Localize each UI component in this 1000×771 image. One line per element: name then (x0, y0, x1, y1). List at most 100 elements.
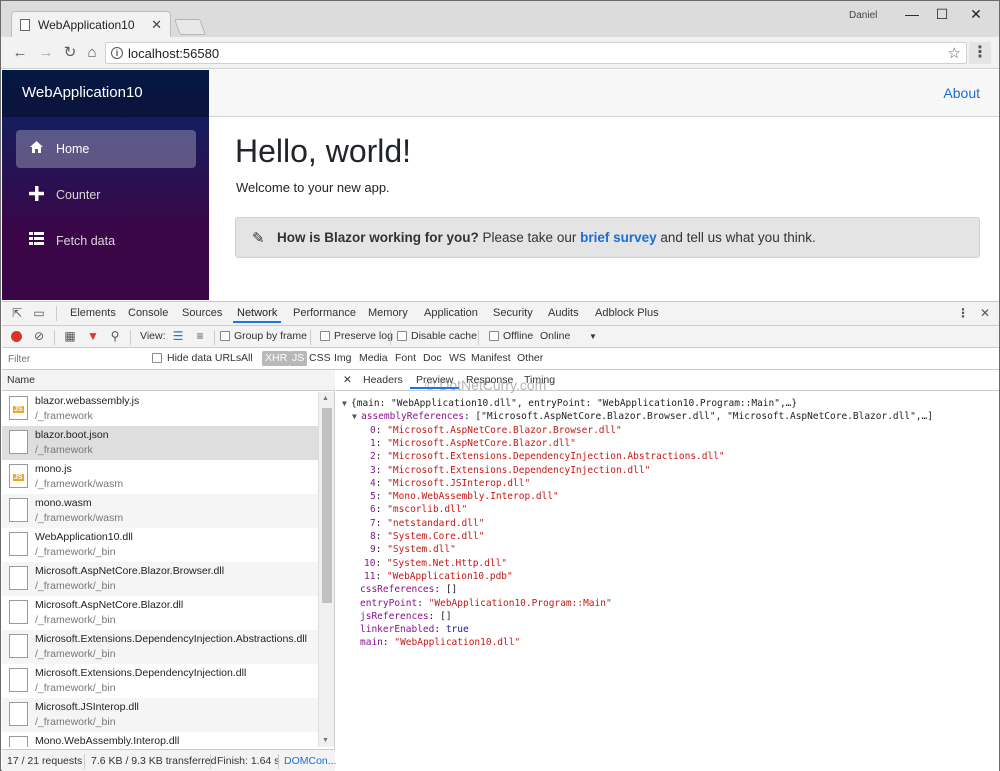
document-file-icon (9, 430, 28, 454)
survey-before: Please take our (478, 230, 581, 245)
app-brand[interactable]: WebApplication10 (2, 70, 209, 117)
tab-memory[interactable]: Memory (368, 307, 408, 319)
devtools-close-icon[interactable]: ✕ (978, 306, 992, 320)
group-by-frame-checkbox[interactable] (220, 331, 230, 341)
throttling-select[interactable]: Online (540, 330, 570, 342)
reload-icon[interactable]: ↻ (61, 44, 79, 62)
tab-headers[interactable]: Headers (363, 374, 403, 386)
json-property-line: linkerEnabled: true (360, 624, 469, 636)
forward-arrow-icon[interactable]: → (37, 44, 55, 62)
offline-checkbox[interactable] (489, 331, 499, 341)
request-row[interactable]: Mono.WebAssembly.Interop.dll (2, 732, 318, 747)
request-count: 17 / 21 requests (7, 755, 83, 767)
app-content: Hello, world! Welcome to your new app. ✎… (209, 117, 999, 300)
browser-tab[interactable]: WebApplication10 ✕ (11, 11, 171, 37)
record-icon[interactable] (11, 331, 22, 342)
request-row[interactable]: mono.js /_framework/wasm (2, 460, 318, 494)
info-icon[interactable]: i (111, 47, 123, 59)
clear-icon[interactable]: ⊘ (32, 329, 46, 343)
transferred-size: 7.6 KB / 9.3 KB transferred (91, 755, 217, 767)
scroll-up-icon[interactable]: ▲ (322, 395, 329, 402)
browser-menu-icon[interactable]: ⋮ (969, 42, 991, 64)
request-path: /_framework/_bin (35, 648, 116, 660)
tab-performance[interactable]: Performance (293, 307, 356, 319)
view-label: View: (140, 330, 166, 342)
address-bar[interactable]: i localhost:56580 ☆ (105, 42, 967, 64)
welcome-text: Welcome to your new app. (236, 180, 390, 195)
filter-xhr[interactable]: XHR (262, 351, 291, 366)
request-row[interactable]: Microsoft.Extensions.DependencyInjection… (2, 664, 318, 698)
tab-close-icon[interactable]: ✕ (151, 17, 162, 33)
name-column-header[interactable]: Name (2, 370, 335, 391)
filter-icon[interactable]: ▼ (86, 329, 100, 343)
tab-audits[interactable]: Audits (548, 307, 579, 319)
tab-network[interactable]: Network (232, 307, 282, 323)
network-toolbar: ⊘ ▦ ▼ ⚲ View: ☰ ≡ Group by frame Preserv… (2, 326, 999, 348)
request-row[interactable]: Microsoft.AspNetCore.Blazor.Browser.dll /… (2, 562, 318, 596)
nav-counter[interactable]: Counter (16, 176, 196, 214)
filter-js[interactable]: JS (289, 351, 308, 366)
waterfall-icon[interactable]: ≡ (193, 329, 207, 343)
request-row[interactable]: mono.wasm /_framework/wasm (2, 494, 318, 528)
search-icon[interactable]: ⚲ (108, 329, 122, 343)
blazor-app: WebApplication10 Home Counter Fetch data (2, 70, 999, 300)
filter-input[interactable] (6, 351, 142, 367)
filter-doc[interactable]: Doc (420, 351, 445, 366)
watermark: © DotNetCurry.com (425, 377, 547, 393)
group-by-frame-label: Group by frame (234, 330, 307, 342)
json-array-item: 9: "System.dll" (370, 544, 456, 556)
request-row[interactable]: WebApplication10.dll /_framework/_bin (2, 528, 318, 562)
back-arrow-icon[interactable]: ← (11, 44, 29, 62)
survey-question: How is Blazor working for you? (277, 230, 479, 245)
request-row[interactable]: blazor.boot.json /_framework (2, 426, 318, 460)
close-detail-icon[interactable]: ✕ (343, 374, 352, 386)
about-link[interactable]: About (943, 85, 980, 101)
minimize-icon[interactable]: — (897, 5, 927, 23)
filter-other[interactable]: Other (514, 351, 546, 366)
scroll-thumb[interactable] (322, 408, 332, 603)
filter-media[interactable]: Media (356, 351, 391, 366)
request-list-scrollbar[interactable]: ▲ ▼ (318, 392, 334, 747)
home-button-icon[interactable]: ⌂ (83, 44, 101, 62)
chevron-down-icon[interactable]: ▼ (589, 332, 597, 341)
request-row[interactable]: Microsoft.JSInterop.dll /_framework/_bin (2, 698, 318, 732)
capture-screenshots-icon[interactable]: ▦ (63, 329, 77, 343)
large-rows-icon[interactable]: ☰ (171, 329, 185, 343)
url-text: localhost:56580 (128, 46, 220, 61)
tab-adblock-plus[interactable]: Adblock Plus (595, 307, 659, 319)
filter-css[interactable]: CSS (306, 351, 334, 366)
request-row[interactable]: Microsoft.AspNetCore.Blazor.dll /_framewo… (2, 596, 318, 630)
nav-home[interactable]: Home (16, 130, 196, 168)
inspect-element-icon[interactable]: ⇱ (10, 306, 24, 320)
preserve-log-checkbox[interactable] (320, 331, 330, 341)
profile-name[interactable]: Daniel (849, 10, 877, 21)
nav-fetch-data[interactable]: Fetch data (16, 222, 196, 260)
bookmark-star-icon[interactable]: ☆ (948, 44, 961, 62)
tab-application[interactable]: Application (424, 307, 478, 319)
close-window-icon[interactable]: ✕ (961, 5, 991, 23)
device-toolbar-icon[interactable]: ▭ (32, 306, 46, 320)
hide-data-urls-checkbox[interactable] (152, 353, 162, 363)
tab-security[interactable]: Security (493, 307, 533, 319)
json-property-line: cssReferences: [] (360, 584, 458, 596)
script-file-icon (9, 396, 28, 420)
tab-sources[interactable]: Sources (182, 307, 222, 319)
tab-elements[interactable]: Elements (70, 307, 116, 319)
request-row[interactable]: blazor.webassembly.js /_framework (2, 392, 318, 426)
new-tab-button[interactable] (174, 19, 206, 35)
scroll-down-icon[interactable]: ▼ (322, 737, 329, 744)
devtools-menu-icon[interactable]: ⋮ (956, 306, 970, 320)
disable-cache-checkbox[interactable] (397, 331, 407, 341)
maximize-icon[interactable]: ☐ (927, 5, 957, 23)
filter-manifest[interactable]: Manifest (468, 351, 514, 366)
request-row[interactable]: Microsoft.Extensions.DependencyInjection… (2, 630, 318, 664)
request-name: Microsoft.JSInterop.dll (35, 701, 139, 713)
nav-counter-label: Counter (56, 188, 101, 202)
filter-img[interactable]: Img (331, 351, 355, 366)
survey-link[interactable]: brief survey (580, 230, 657, 245)
filter-all[interactable]: All (238, 351, 256, 366)
document-file-icon (9, 668, 28, 692)
filter-font[interactable]: Font (392, 351, 419, 366)
filter-ws[interactable]: WS (446, 351, 469, 366)
tab-console[interactable]: Console (128, 307, 168, 319)
